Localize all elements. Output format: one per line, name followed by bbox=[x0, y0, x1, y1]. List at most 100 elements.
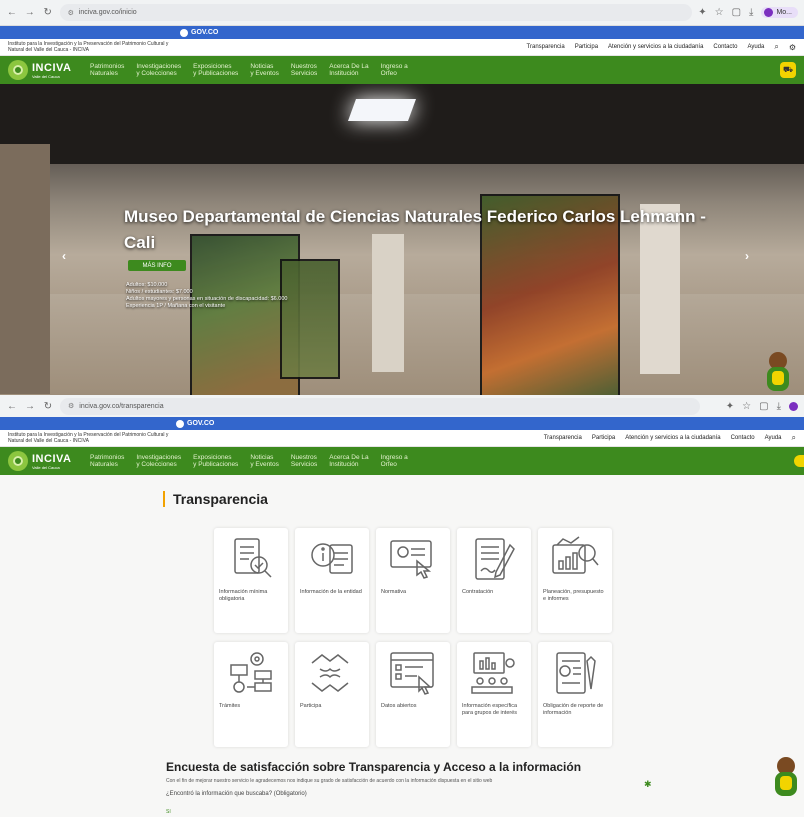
forward-icon[interactable]: → bbox=[24, 401, 36, 412]
card-planeacion[interactable]: Planeación, presupuesto e informes bbox=[538, 528, 612, 633]
logo-subtitle: Valle del Cauca bbox=[32, 464, 60, 470]
tab-search-icon[interactable]: ▢ bbox=[759, 401, 768, 412]
transparencia-cards: Información mínima obligatoria Informaci… bbox=[214, 528, 612, 747]
utility-link-participa[interactable]: Participa bbox=[575, 44, 598, 50]
utility-link-ayuda[interactable]: Ayuda bbox=[747, 44, 764, 50]
gear-icon[interactable]: ⚙ bbox=[789, 43, 796, 52]
survey-option-yes[interactable]: Sí bbox=[166, 809, 171, 815]
menu-item-noticias[interactable]: Noticias y Eventos bbox=[250, 454, 279, 468]
utility-link-contacto[interactable]: Contacto bbox=[713, 44, 737, 50]
card-participa[interactable]: Participa bbox=[295, 642, 369, 747]
address-text: inciva.gov.co/inicio bbox=[78, 9, 137, 16]
info-badge-icon bbox=[311, 543, 353, 574]
menu-item-acerca[interactable]: Acerca De La Institución bbox=[329, 454, 368, 468]
card-normativa[interactable]: Normativa bbox=[376, 528, 450, 633]
carousel-prev-icon[interactable]: ‹ bbox=[62, 249, 66, 263]
menu-item-noticias[interactable]: Noticias y Eventos bbox=[250, 63, 279, 77]
carousel-next-icon[interactable]: › bbox=[745, 249, 749, 263]
extensions-icon[interactable]: ✦ bbox=[698, 7, 706, 18]
hero-carousel: Museo Departamental de Ciencias Naturale… bbox=[0, 84, 804, 395]
utility-link-participa[interactable]: Participa bbox=[592, 435, 615, 441]
bookmark-star-icon[interactable]: ☆ bbox=[715, 7, 724, 18]
main-navigation: INCIVA Valle del Cauca Patrimonios Natura… bbox=[0, 447, 804, 475]
card-datos-abiertos[interactable]: Datos abiertos bbox=[376, 642, 450, 747]
utility-link-ayuda[interactable]: Ayuda bbox=[765, 435, 782, 441]
menu-item-exposiciones[interactable]: Exposiciones y Publicaciones bbox=[193, 454, 238, 468]
logo-name: INCIVA bbox=[32, 61, 72, 74]
site-info-icon[interactable]: ⚙ bbox=[68, 402, 74, 410]
card-informacion-minima[interactable]: Información mínima obligatoria bbox=[214, 528, 288, 633]
contract-pen-icon bbox=[475, 538, 515, 580]
required-star-icon: ✱ bbox=[644, 779, 652, 789]
cart-button[interactable] bbox=[794, 455, 804, 467]
logo-subtitle: Valle del Cauca bbox=[32, 73, 60, 79]
page-title: Transparencia bbox=[163, 491, 268, 507]
utility-link-contacto[interactable]: Contacto bbox=[731, 435, 755, 441]
card-label: Obligación de reporte de información bbox=[543, 703, 604, 716]
menu-item-patrimonios[interactable]: Patrimonios Naturales bbox=[90, 63, 124, 77]
card-label: Datos abiertos bbox=[381, 703, 417, 709]
utility-link-atencion[interactable]: Atención y servicios a la ciudadanía bbox=[625, 435, 720, 441]
site-logo[interactable]: INCIVA Valle del Cauca bbox=[8, 451, 90, 471]
card-label: Información específica para grupos de in… bbox=[462, 703, 518, 716]
survey-description: Con el fin de mejorar nuestro servicio l… bbox=[166, 778, 493, 784]
logo-mark-icon bbox=[8, 451, 28, 471]
logo-name: INCIVA bbox=[32, 452, 72, 465]
download-icon[interactable]: ⤓ bbox=[749, 7, 753, 18]
forward-icon[interactable]: → bbox=[24, 7, 36, 18]
address-bar[interactable]: ⚙ inciva.gov.co/inicio bbox=[59, 4, 693, 21]
menu-item-investigaciones[interactable]: Investigaciones y Colecciones bbox=[136, 63, 181, 77]
card-obligacion-reporte[interactable]: Obligación de reporte de información bbox=[538, 642, 612, 747]
form-click-icon bbox=[390, 652, 434, 695]
report-money-icon bbox=[556, 652, 596, 694]
reload-icon[interactable]: ↻ bbox=[42, 7, 54, 18]
site-logo[interactable]: INCIVA Valle del Cauca bbox=[8, 60, 90, 80]
extensions-icon[interactable]: ✦ bbox=[726, 401, 734, 412]
utility-link-transparencia[interactable]: Transparencia bbox=[544, 435, 582, 441]
menu-item-servicios[interactable]: Nuestros Servicios bbox=[291, 454, 317, 468]
card-contratacion[interactable]: Contratación bbox=[457, 528, 531, 633]
back-icon[interactable]: ← bbox=[6, 401, 18, 412]
tab-search-icon[interactable]: ▢ bbox=[732, 7, 741, 18]
menu-item-investigaciones[interactable]: Investigaciones y Colecciones bbox=[136, 454, 181, 468]
menu-item-patrimonios[interactable]: Patrimonios Naturales bbox=[90, 454, 124, 468]
bookmark-star-icon[interactable]: ☆ bbox=[742, 401, 751, 412]
search-icon[interactable]: ⌕ bbox=[774, 42, 778, 52]
profile-button[interactable]: Mo... bbox=[761, 7, 798, 18]
download-icon[interactable]: ⤓ bbox=[777, 401, 781, 412]
utility-link-transparencia[interactable]: Transparencia bbox=[527, 44, 565, 50]
mascot-icon[interactable] bbox=[772, 757, 800, 799]
menu-item-orfeo[interactable]: Ingreso a Orfeo bbox=[381, 454, 408, 468]
menu-item-exposiciones[interactable]: Exposiciones y Publicaciones bbox=[193, 63, 238, 77]
card-tramites[interactable]: Trámites bbox=[214, 642, 288, 747]
search-icon[interactable]: ⌕ bbox=[792, 433, 796, 443]
card-informacion-entidad[interactable]: Información de la entidad bbox=[295, 528, 369, 633]
profile-label: Mo... bbox=[776, 9, 792, 16]
menu-item-servicios[interactable]: Nuestros Servicios bbox=[291, 63, 317, 77]
hero-title: Museo Departamental de Ciencias Naturale… bbox=[124, 207, 706, 252]
address-bar[interactable]: ⚙ inciva.gov.co/transparencia bbox=[60, 397, 700, 415]
chart-magnifier-icon bbox=[552, 536, 599, 574]
govco-label: GOV.CO bbox=[191, 29, 219, 36]
menu-item-orfeo[interactable]: Ingreso a Orfeo bbox=[381, 63, 408, 77]
govco-bar[interactable]: GOV.CO bbox=[0, 26, 804, 39]
monitor-touch-icon bbox=[390, 540, 432, 579]
more-info-button[interactable]: MÁS INFO bbox=[128, 260, 186, 271]
logo-mark-icon bbox=[8, 60, 28, 80]
card-label: Planeación, presupuesto e informes bbox=[543, 589, 604, 602]
site-info-icon[interactable]: ⚙ bbox=[68, 9, 74, 17]
back-icon[interactable]: ← bbox=[6, 7, 18, 18]
mascot-icon[interactable] bbox=[764, 352, 792, 394]
menu-item-acerca[interactable]: Acerca De La Institución bbox=[329, 63, 368, 77]
utility-bar: Instituto para la Investigación y la Pre… bbox=[0, 39, 804, 56]
main-navigation: INCIVA Valle del Cauca Patrimonios Natura… bbox=[0, 56, 804, 84]
utility-link-atencion[interactable]: Atención y servicios a la ciudadanía bbox=[608, 44, 703, 50]
browser-toolbar: ← → ↻ ⚙ inciva.gov.co/inicio ✦ ☆ ▢ ⤓ Mo.… bbox=[0, 0, 804, 26]
reload-icon[interactable]: ↻ bbox=[42, 401, 54, 412]
browser-toolbar-2: ← → ↻ ⚙ inciva.gov.co/transparencia ✦ ☆ … bbox=[0, 395, 804, 417]
hero-prices: Adultos: $10.000 Niños / estudiantes: $7… bbox=[126, 282, 288, 309]
govco-bar[interactable]: GOV.CO bbox=[0, 417, 804, 430]
card-grupos-interes[interactable]: Información específica para grupos de in… bbox=[457, 642, 531, 747]
avatar[interactable] bbox=[789, 401, 798, 411]
cart-button[interactable]: ⛟ bbox=[780, 62, 796, 78]
